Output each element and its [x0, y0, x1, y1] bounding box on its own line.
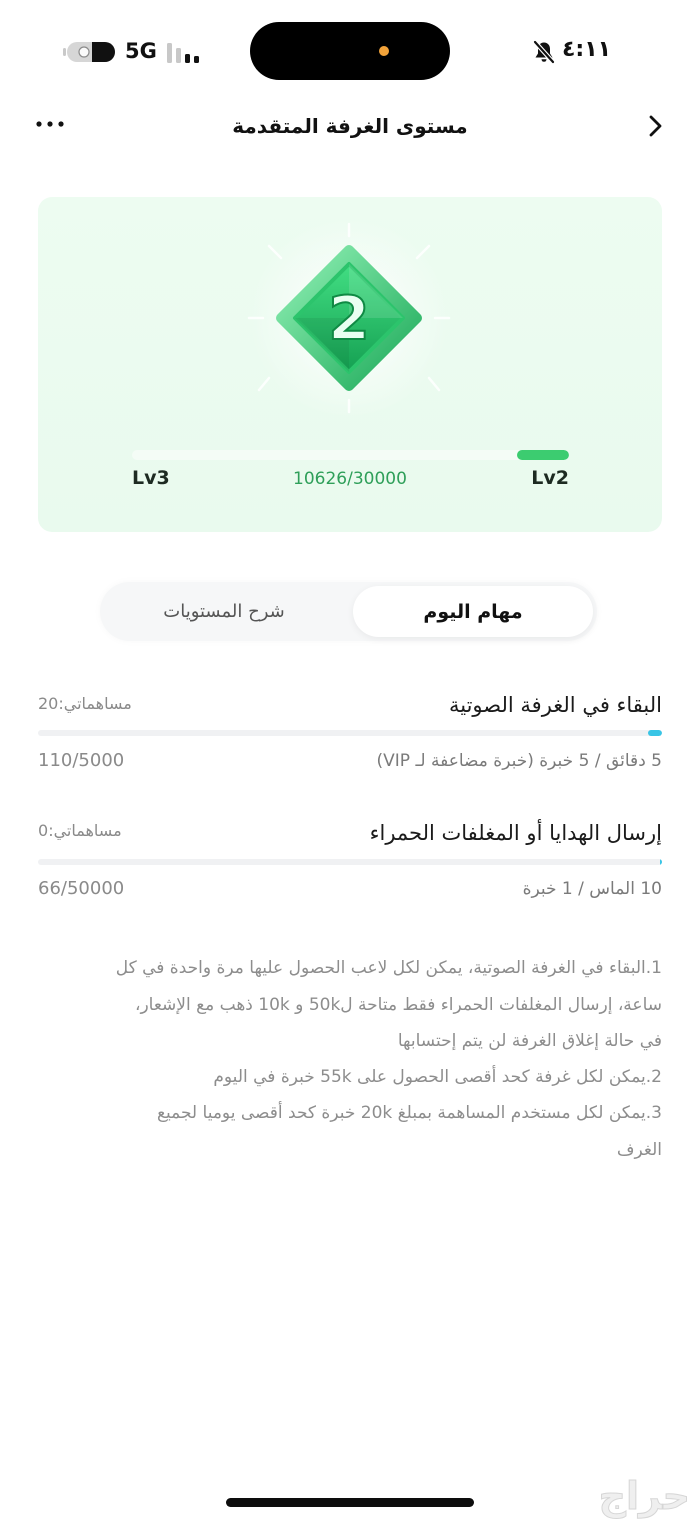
task-rule: 5 دقائق / 5 خبرة (خبرة مضاعفة لـ VIP) [376, 751, 663, 771]
cellular-signal-icon [167, 43, 199, 63]
task-rule: 10 الماس / 1 خبرة [522, 879, 662, 899]
home-indicator[interactable] [226, 1498, 474, 1507]
note-line: 2.يمكن لكل غرفة كحد أقصى الحصول على 55k … [213, 1067, 662, 1087]
note-line: 3.يمكن لكل مستخدم المساهمة بمبلغ 20k خبر… [156, 1103, 662, 1123]
status-time: ٤:١١ [562, 37, 612, 62]
task-progress-text: 66/50000 [38, 878, 125, 899]
next-level-label: Lv3 [132, 467, 170, 489]
level-card: 2 Lv3 10626/30000 Lv2 [38, 197, 662, 532]
level-progress-fill [516, 450, 569, 460]
task-progress-track [38, 859, 662, 865]
tab-bar: مهام اليوم شرح المستويات [100, 582, 597, 641]
page-title: مستوى الغرفة المتقدمة [232, 114, 468, 138]
bell-slash-icon [532, 39, 556, 65]
level-progress-track [132, 450, 569, 460]
watermark-logo: حراج [598, 1474, 690, 1519]
tab-label: مهام اليوم [423, 600, 523, 623]
level-badge: 2 [247, 218, 451, 418]
task-contribution: مساهماتي:0 [38, 821, 122, 840]
level-progress-text: 10626/30000 [293, 469, 407, 489]
tab-levels-explanation[interactable]: شرح المستويات [104, 586, 344, 637]
task-title: إرسال الهدايا أو المغلفات الحمراء [369, 821, 662, 845]
note-line: ساعة، إرسال المغلفات الحمراء فقط متاحة ل… [134, 995, 662, 1015]
task-progress-text: 110/5000 [38, 750, 125, 771]
tab-label: شرح المستويات [163, 601, 285, 622]
battery-icon [63, 42, 115, 62]
note-line: الغرف [616, 1140, 662, 1160]
badge-level-number: 2 [328, 284, 370, 354]
task-progress-track [38, 730, 662, 736]
dynamic-island [250, 22, 450, 80]
note-line: في حالة إغلاق الغرفة لن يتم إحتسابها [397, 1031, 662, 1051]
status-bar: 5G ٤:١١ [0, 0, 700, 90]
note-line: 1.البقاء في الغرفة الصوتية، يمكن لكل لاع… [115, 958, 662, 978]
task-title: البقاء في الغرفة الصوتية [448, 693, 662, 717]
more-dots-icon[interactable] [34, 110, 70, 138]
task-contribution: مساهماتي:20 [38, 694, 132, 713]
task-progress-fill [648, 730, 662, 736]
network-type: 5G [125, 39, 157, 63]
chevron-right-icon[interactable] [644, 111, 668, 141]
current-level-label: Lv2 [531, 467, 569, 489]
privacy-indicator-dot [379, 46, 389, 56]
tab-today-tasks[interactable]: مهام اليوم [353, 586, 593, 637]
task-progress-fill [660, 859, 662, 865]
